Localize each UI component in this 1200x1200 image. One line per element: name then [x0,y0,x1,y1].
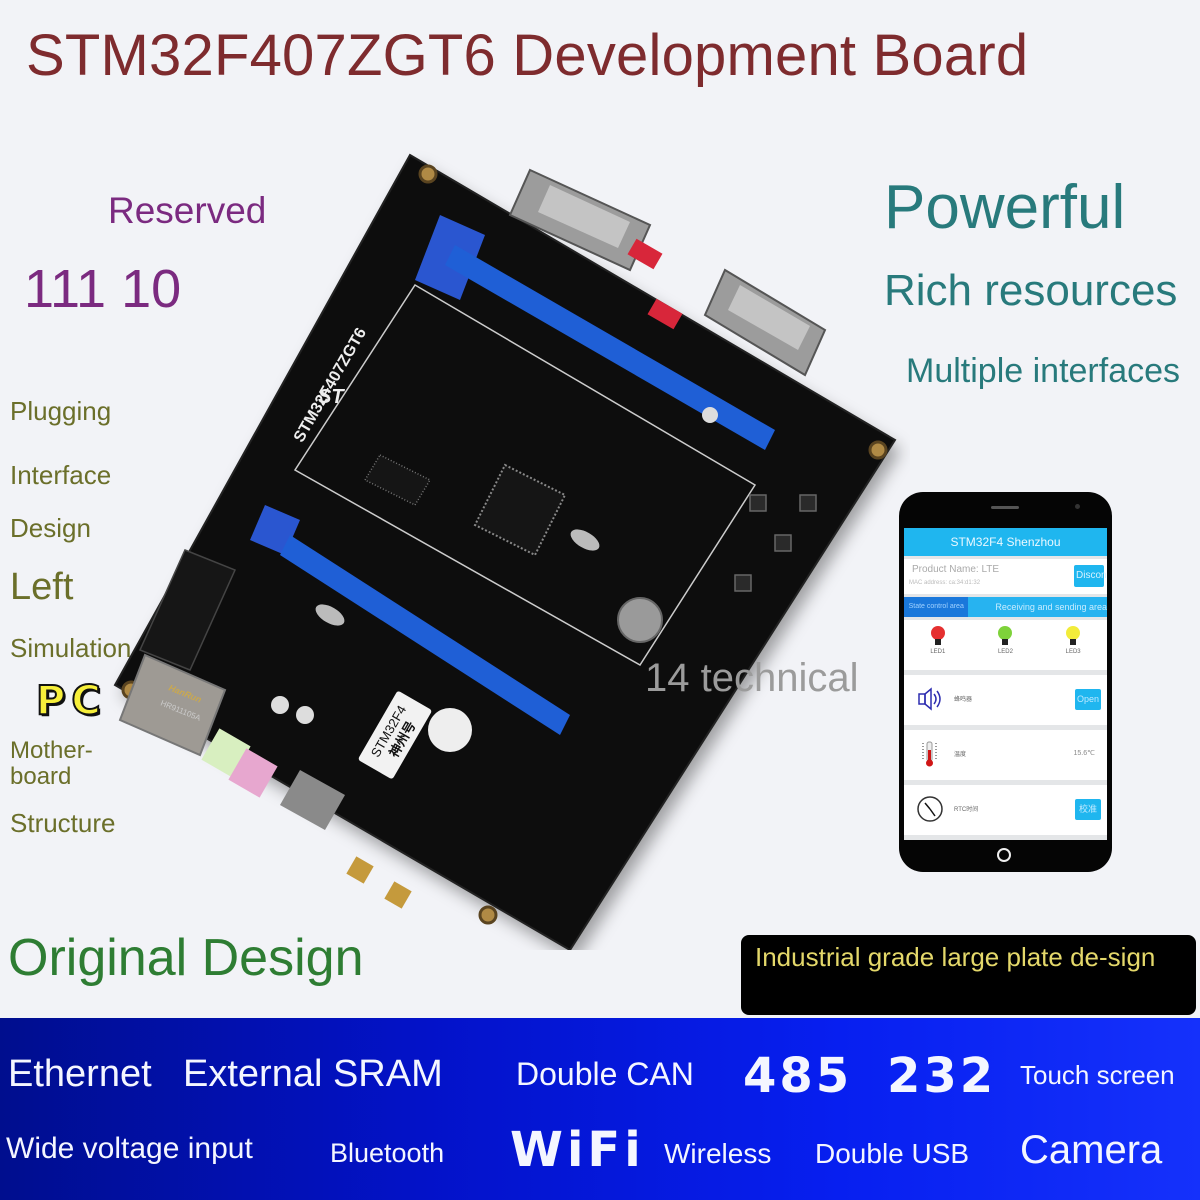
industrial-grade-note: Industrial grade large plate de-sign [741,935,1196,1015]
feature-touch-screen: Touch screen [1020,1060,1175,1090]
capacitor [271,696,289,714]
app-title-bar: STM32F4 Shenzhou [904,528,1107,556]
buzzer-open-button[interactable]: Open [1075,689,1101,710]
feature-band: Ethernet External SRAM Double CAN 485 23… [0,1018,1200,1200]
rtc-row: RTC时间 校准 [904,785,1107,835]
design-label: Design [10,513,91,543]
rtc-coin-battery [617,597,663,643]
phone-screen: STM32F4 Shenzhou Product Name: LTE MAC a… [904,528,1107,840]
powerful-label: Powerful [884,173,1126,242]
feature-wireless: Wireless [664,1138,772,1169]
rtc-calibrate-button[interactable]: 校准 [1075,799,1101,820]
app-tabs: State control area Receiving and sending… [904,597,1107,617]
led-toggle-2[interactable]: LED2 [985,626,1025,670]
phone-home-button [997,848,1011,862]
mac-address: MAC address: ca:34:d1:32 [909,580,981,586]
rtc-label: RTC时间 [954,807,979,813]
feature-wide-voltage: Wide voltage input [6,1132,253,1165]
feature-wifi: WiFi [510,1122,645,1178]
disconnect-button[interactable]: Disconnect [1074,565,1107,587]
feature-rs232: 232 [887,1048,997,1104]
usb-port [346,856,374,884]
feature-rs485: 485 [743,1048,853,1104]
feature-bluetooth: Bluetooth [330,1138,445,1168]
capacitor [702,407,718,423]
led-label: LED3 [1065,649,1081,655]
led-panel: LED1 LED2 LED3 [904,620,1107,670]
temperature-label: 温度 [954,752,967,758]
bulb-icon [930,626,945,645]
led-label: LED2 [997,649,1013,655]
device-info-card: Product Name: LTE MAC address: ca:34:d1:… [904,559,1107,594]
tab-receiving-sending[interactable]: Receiving and sending area [968,597,1107,617]
rich-resources-label: Rich resources [884,266,1178,315]
tab-state-control[interactable]: State control area [904,597,969,617]
multiple-interfaces-label: Multiple interfaces [906,352,1181,390]
feature-double-can: Double CAN [516,1056,694,1092]
product-name: Product Name: LTE [912,564,1000,575]
feature-double-usb: Double USB [815,1138,970,1169]
pc-badge: PC [35,677,107,725]
buzzer-row: 蜂鸣器 Open [904,675,1107,725]
left-label: Left [10,566,74,608]
phone-camera [1075,504,1080,509]
interface-label: Interface [10,460,112,490]
st-logo: ST [318,386,345,408]
board-svg: STM32F407ZGT6 ST STM32F4 神州号 HanRun HR91… [113,153,897,952]
watermark-text: 14 technical [645,656,859,700]
plugging-label: Plugging [10,396,112,426]
development-board-image: STM32F407ZGT6 ST STM32F4 神州号 HanRun HR91… [110,150,910,952]
original-design-label: Original Design [8,929,364,987]
temperature-value: 15.6℃ [1073,750,1096,757]
led-toggle-3[interactable]: LED3 [1053,626,1093,670]
feature-ethernet: Ethernet [8,1053,152,1095]
temperature-row: 温度 15.6℃ [904,730,1107,780]
led-label: LED1 [930,649,946,655]
phone-speaker [991,506,1019,509]
buzzer [428,708,472,752]
feature-camera: Camera [1020,1128,1163,1172]
thermometer-icon [922,741,937,767]
page-title: STM32F407ZGT6 Development Board [26,23,1029,88]
feature-external-sram: External SRAM [183,1053,443,1095]
buzzer-label: 蜂鸣器 [954,697,973,703]
bulb-icon [998,626,1013,645]
structure-label: Structure [10,808,116,838]
capacitor [296,706,314,724]
usb-port [384,881,412,909]
phone-mockup: STM32F4 Shenzhou Product Name: LTE MAC a… [899,492,1112,872]
led-toggle-1[interactable]: LED1 [918,626,958,670]
clock-icon [917,796,943,822]
speaker-icon [918,687,941,711]
bulb-icon [1066,626,1081,645]
